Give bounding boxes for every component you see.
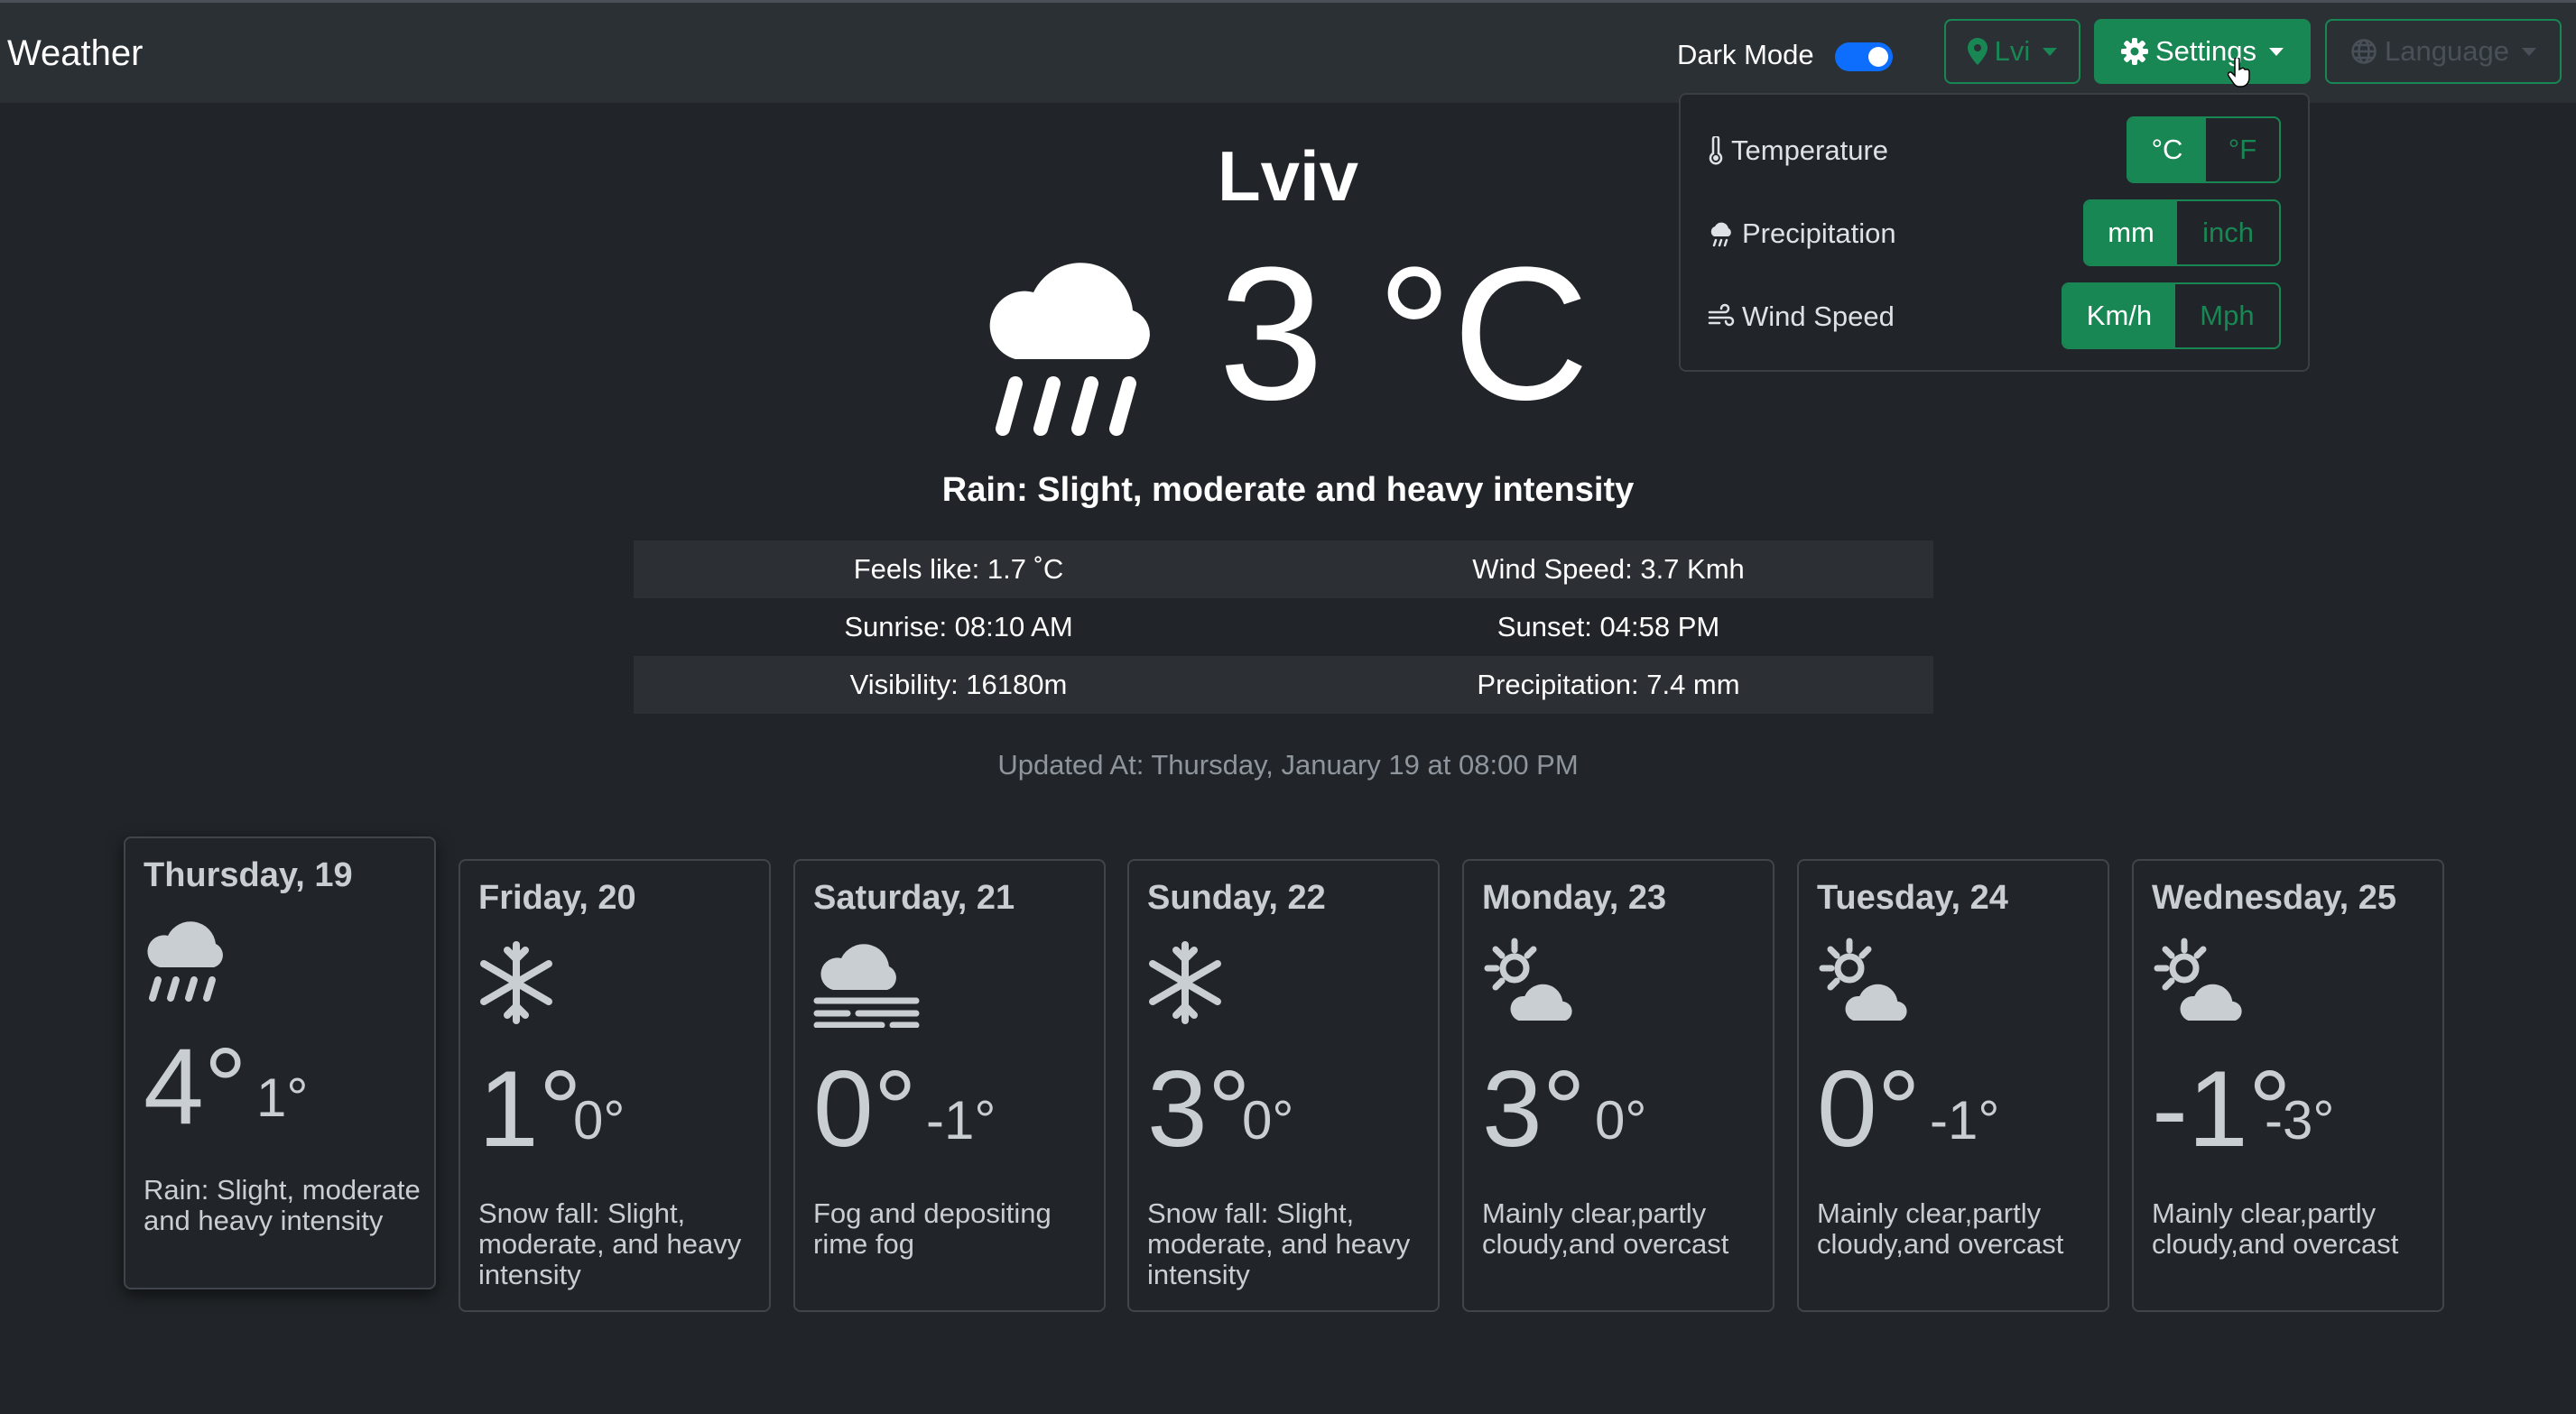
- wind-speed-label: Wind Speed: [1742, 300, 1895, 332]
- current-temperature: 3 °C: [1219, 227, 1589, 439]
- forecast-description: Snow fall: Slight, moderate, and heavy i…: [1147, 1197, 1411, 1290]
- snowflake-icon: [1149, 941, 1221, 1024]
- forecast-description: Rain: Slight, moderate and heavy intensi…: [144, 1174, 421, 1236]
- chevron-down-icon: [2521, 47, 2536, 56]
- globe-icon: [2351, 39, 2377, 64]
- navbar: Weather Dark Mode Lvi Settings Language: [0, 3, 2576, 103]
- precipitation-value: Precipitation: 7.4 mm: [1477, 669, 1740, 700]
- toggle-knob: [1868, 47, 1888, 67]
- forecast-card-wednesday[interactable]: Wednesday, 25 -1° -3° Mainly clear,partl…: [2132, 859, 2444, 1312]
- forecast-high-temp: 0°: [813, 1049, 917, 1169]
- rain-cloud-icon: [147, 921, 223, 1002]
- partly-cloudy-icon: [1819, 938, 1911, 1024]
- hand-cursor-icon: [2228, 58, 2250, 88]
- location-dropdown-button[interactable]: Lvi: [1944, 19, 2080, 84]
- fog-icon: [813, 944, 920, 1028]
- weather-details-table: Feels like: 1.7 ˚C Wind Speed: 3.7 Kmh S…: [634, 541, 1933, 714]
- forecast-day: Saturday, 21: [813, 879, 1015, 917]
- partly-cloudy-icon: [2154, 938, 2246, 1024]
- forecast-description: Snow fall: Slight, moderate, and heavy i…: [478, 1197, 742, 1290]
- forecast-description: Fog and depositing rime fog: [813, 1197, 1052, 1260]
- forecast-description: Mainly clear,partly cloudy,and overcast: [1817, 1197, 2064, 1260]
- table-row: Feels like: 1.7 ˚C Wind Speed: 3.7 Kmh: [634, 541, 1933, 598]
- dark-mode-toggle[interactable]: [1835, 42, 1893, 71]
- forecast-low-temp: 1°: [256, 1067, 309, 1128]
- forecast-card-thursday[interactable]: Thursday, 19 4° 1° Rain: Slight, moderat…: [124, 836, 436, 1289]
- forecast-day: Friday, 20: [478, 879, 636, 917]
- settings-dropdown-button[interactable]: Settings: [2094, 19, 2311, 84]
- kmh-option[interactable]: Km/h: [2063, 284, 2175, 347]
- sunrise-value: Sunrise: 08:10 AM: [844, 611, 1073, 642]
- gear-icon: [2120, 38, 2148, 65]
- forecast-high-temp: 1°: [478, 1049, 582, 1169]
- forecast-low-temp: 0°: [1242, 1090, 1294, 1151]
- rain-cloud-icon: [989, 263, 1150, 436]
- wind-icon: [1708, 303, 1735, 327]
- weather-description: Rain: Slight, moderate and heavy intensi…: [941, 471, 1635, 509]
- forecast-low-temp: -1°: [926, 1090, 996, 1151]
- forecast-high-temp: 0°: [1817, 1049, 1921, 1169]
- precipitation-label: Precipitation: [1742, 217, 1896, 249]
- forecast-card-tuesday[interactable]: Tuesday, 24 0° -1° Mainly clear,partly c…: [1797, 859, 2109, 1312]
- forecast-day: Wednesday, 25: [2152, 879, 2397, 917]
- forecast-low-temp: 0°: [1595, 1090, 1647, 1151]
- forecast-card-friday[interactable]: Friday, 20 1° 0° Snow fall: Slight, mode…: [459, 859, 771, 1312]
- forecast-day: Tuesday, 24: [1817, 879, 2008, 917]
- table-row: Sunrise: 08:10 AM Sunset: 04:58 PM: [634, 598, 1933, 656]
- dark-mode-label: Dark Mode: [1677, 39, 1814, 70]
- forecast-card-sunday[interactable]: Sunday, 22 3° 0° Snow fall: Slight, mode…: [1127, 859, 1440, 1312]
- sunset-value: Sunset: 04:58 PM: [1496, 611, 1720, 642]
- forecast-low-temp: 0°: [573, 1090, 625, 1151]
- forecast-high-temp: 3°: [1482, 1049, 1586, 1169]
- brand-title[interactable]: Weather: [7, 33, 143, 74]
- forecast-description: Mainly clear,partly cloudy,and overcast: [2152, 1197, 2399, 1260]
- chevron-down-icon: [2269, 47, 2284, 56]
- chevron-down-icon: [2043, 47, 2058, 56]
- forecast-day: Sunday, 22: [1147, 879, 1326, 917]
- language-label: Language: [2385, 35, 2509, 67]
- forecast-high-temp: 4°: [144, 1026, 247, 1147]
- visibility-value: Visibility: 16180m: [849, 669, 1068, 700]
- forecast-card-monday[interactable]: Monday, 23 3° 0° Mainly clear,partly clo…: [1462, 859, 1774, 1312]
- partly-cloudy-icon: [1484, 938, 1576, 1024]
- forecast-high-temp: 3°: [1147, 1049, 1251, 1169]
- rain-cloud-icon: [1710, 222, 1731, 247]
- snowflake-icon: [480, 941, 552, 1024]
- wind-setting-row: Wind Speed: [1708, 284, 1895, 349]
- forecast-card-saturday[interactable]: Saturday, 21 0° -1° Fog and depositing r…: [793, 859, 1106, 1312]
- feels-like-value: Feels like: 1.7 ˚C: [853, 553, 1064, 585]
- forecast-day: Thursday, 19: [144, 856, 353, 894]
- language-dropdown-button[interactable]: Language: [2325, 19, 2562, 84]
- location-label: Lvi: [1994, 35, 2031, 67]
- map-pin-icon: [1967, 38, 1988, 65]
- city-name: Lviv: [1217, 136, 1359, 216]
- mph-option[interactable]: Mph: [2175, 284, 2279, 347]
- forecast-day: Monday, 23: [1482, 879, 1667, 917]
- wind-unit-toggle: Km/h Mph: [2062, 282, 2281, 349]
- updated-at-text: Updated At: Thursday, January 19 at 08:0…: [997, 749, 1579, 781]
- table-row: Visibility: 16180m Precipitation: 7.4 mm: [634, 656, 1933, 714]
- forecast-low-temp: -1°: [1930, 1090, 2000, 1151]
- forecast-low-temp: -3°: [2265, 1090, 2335, 1151]
- wind-speed-value: Wind Speed: 3.7 Kmh: [1472, 553, 1745, 585]
- forecast-description: Mainly clear,partly cloudy,and overcast: [1482, 1197, 1729, 1260]
